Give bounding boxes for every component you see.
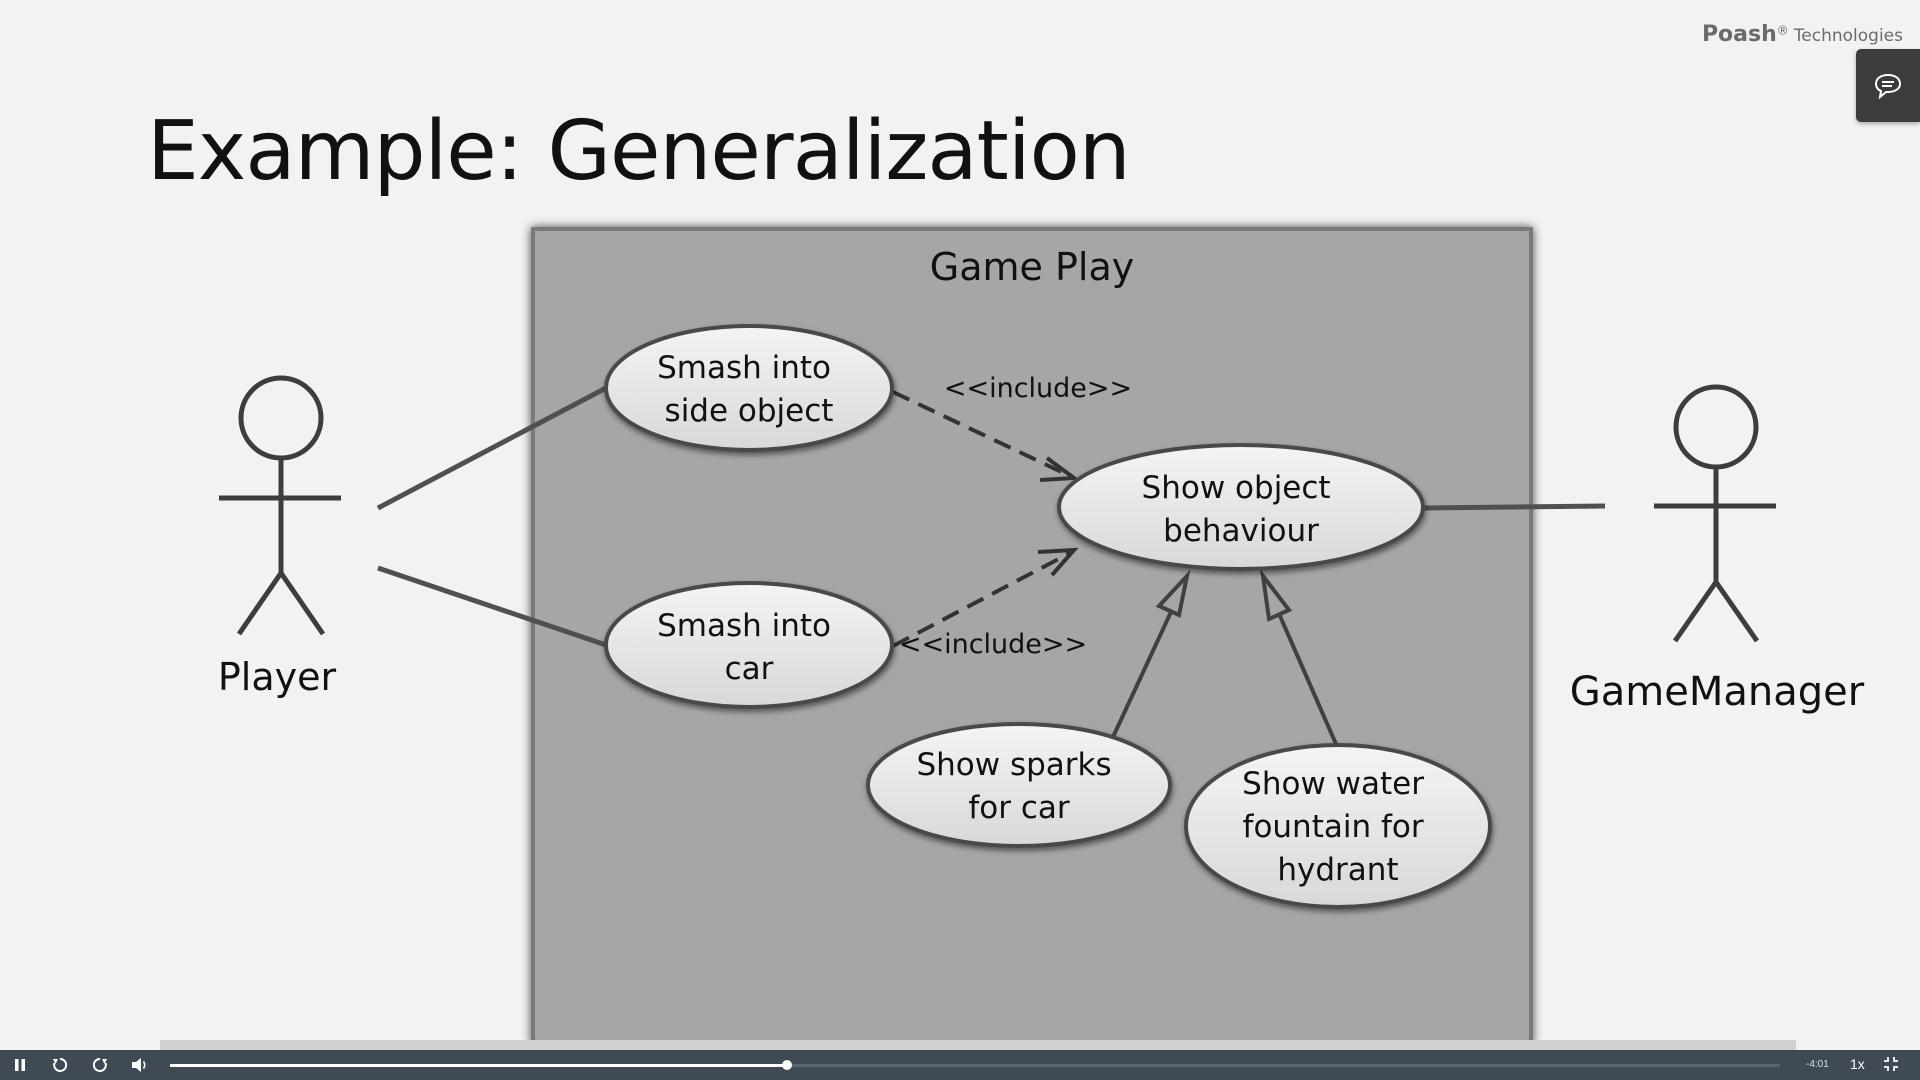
use-case-show-water-line1: Show water <box>1242 766 1424 802</box>
system-label: Game Play <box>930 245 1134 289</box>
player-label: Player <box>218 655 337 699</box>
pause-button[interactable] <box>0 1050 40 1080</box>
use-case-show-behaviour-line2: behaviour <box>1163 513 1319 549</box>
use-case-show-behaviour-line1: Show object <box>1142 470 1331 506</box>
rewind-icon <box>53 1057 68 1072</box>
use-case-show-water-line2: fountain for <box>1243 809 1424 845</box>
volume-button[interactable] <box>120 1050 160 1080</box>
volume-icon <box>132 1058 146 1072</box>
use-case-show-sparks-line1: Show sparks <box>916 747 1111 783</box>
use-case-show-water: Show water fountain for hydrant <box>1184 743 1492 909</box>
exit-fullscreen-icon <box>1884 1057 1898 1071</box>
use-case-diagram: Game Play Player GameManager <<include>>… <box>218 227 1865 1045</box>
rewind-button[interactable] <box>40 1050 80 1080</box>
use-case-smash-car-line2: car <box>725 651 774 687</box>
slide-scroll-strip <box>160 1040 1796 1050</box>
game-manager-actor <box>1654 384 1776 643</box>
use-case-smash-car: Smash into car <box>604 581 894 709</box>
forward-icon <box>92 1057 107 1072</box>
use-case-smash-side-line2: side object <box>665 393 834 429</box>
progress-handle[interactable] <box>781 1060 792 1070</box>
use-case-smash-car-line1: Smash into <box>657 608 831 644</box>
use-case-smash-side: Smash into side object <box>604 324 894 452</box>
use-case-show-sparks: Show sparks for car <box>866 722 1172 848</box>
exit-fullscreen-button[interactable] <box>1882 1055 1900 1078</box>
include-label-2: <<include>> <box>899 629 1087 660</box>
playback-speed-button[interactable]: 1x <box>1850 1056 1865 1072</box>
use-case-smash-side-line1: Smash into <box>657 350 831 386</box>
use-case-show-behaviour: Show object behaviour <box>1057 443 1425 571</box>
forward-button[interactable] <box>80 1050 120 1080</box>
progress-bar[interactable] <box>170 1060 1780 1070</box>
use-case-show-water-line3: hydrant <box>1277 852 1398 888</box>
association-gamemanager-behaviour <box>1422 503 1606 511</box>
game-manager-label: GameManager <box>1570 669 1865 715</box>
progress-fill <box>170 1064 787 1067</box>
pause-icon <box>15 1059 25 1071</box>
video-player-controls: -4:01 1x <box>0 1050 1920 1080</box>
use-case-show-sparks-line2: for car <box>968 790 1070 826</box>
time-remaining: -4:01 <box>1806 1059 1829 1070</box>
player-actor <box>219 375 341 636</box>
include-label-1: <<include>> <box>944 373 1132 404</box>
